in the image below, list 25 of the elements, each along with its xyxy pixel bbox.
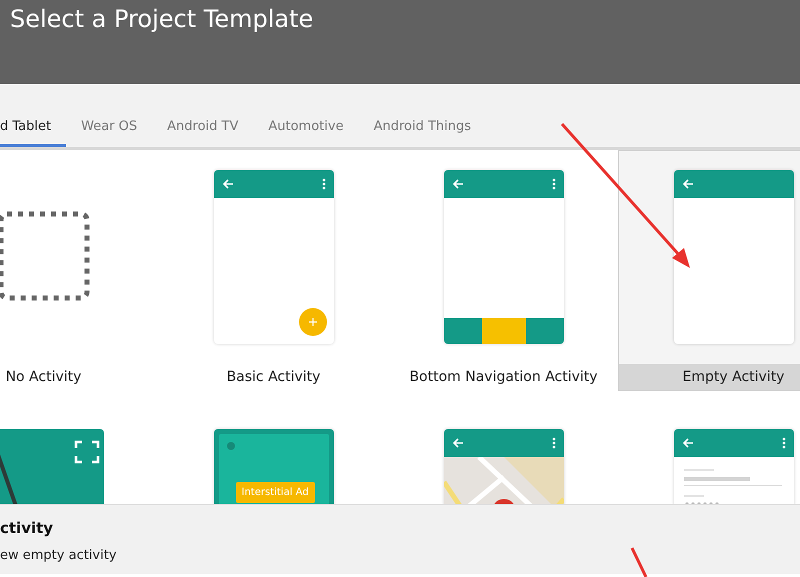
tab[interactable]: Android TV: [152, 115, 254, 147]
more-icon: [552, 178, 556, 190]
tab[interactable]: Wear OS: [66, 115, 152, 147]
camera-dot-icon: [226, 442, 234, 450]
template-label: Basic Activity: [226, 368, 322, 387]
template-label: Empty Activity: [619, 364, 800, 391]
ad-label: Interstitial Ad: [236, 482, 315, 503]
back-arrow-icon: [222, 178, 234, 190]
more-icon: [322, 178, 326, 190]
back-arrow-icon: [682, 178, 694, 190]
dialog-title: Select a Project Template: [10, 4, 314, 35]
template-label: Bottom Navigation Activity: [408, 368, 599, 387]
fab-icon: [298, 308, 326, 336]
template-label: No Activity: [4, 368, 82, 387]
template-card[interactable]: Empty Activity: [618, 150, 800, 391]
back-arrow-icon: [452, 437, 464, 449]
tab[interactable]: Automotive: [253, 115, 359, 147]
more-icon: [782, 437, 786, 449]
more-icon: [552, 437, 556, 449]
template-description: ew empty activity: [0, 548, 118, 563]
back-arrow-icon: [682, 437, 694, 449]
tab[interactable]: d Tablet: [0, 115, 66, 147]
tab[interactable]: Android Things: [358, 115, 486, 147]
template-title: ctivity: [0, 519, 54, 537]
back-arrow-icon: [452, 178, 464, 190]
